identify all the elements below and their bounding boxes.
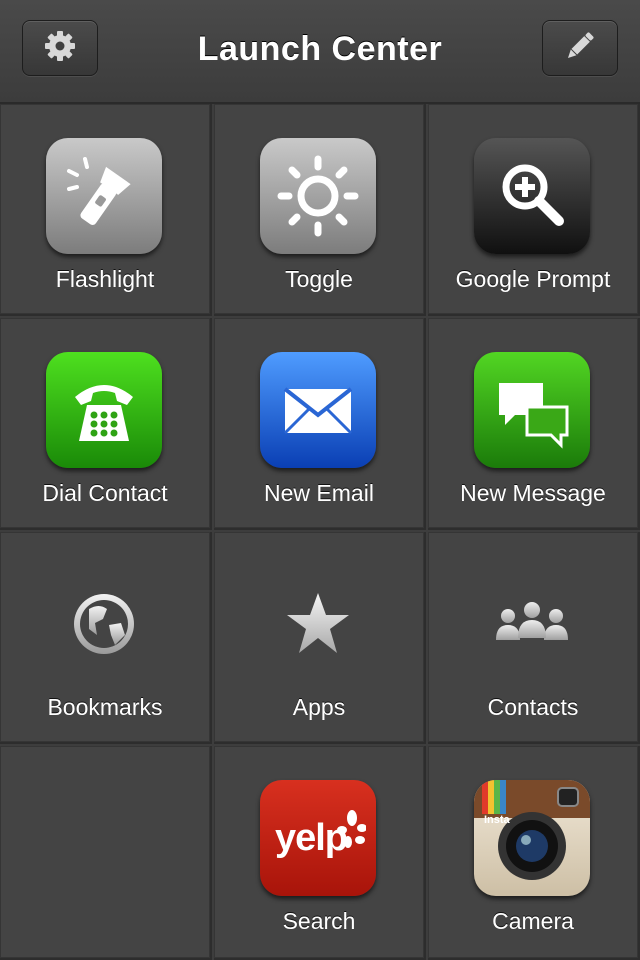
star-icon	[260, 566, 376, 682]
instagram-icon: Insta	[474, 780, 590, 896]
launcher-grid: Flashlight Toggle Google Prompt Dial Con…	[0, 104, 640, 960]
launcher-cell-toggle[interactable]: Toggle	[214, 104, 426, 316]
launcher-cell-new-email[interactable]: New Email	[214, 318, 426, 530]
launcher-cell-search[interactable]: yelp Search	[214, 746, 426, 960]
yelp-icon: yelp	[260, 780, 376, 896]
launcher-cell-new-message[interactable]: New Message	[428, 318, 640, 530]
launcher-label: Camera	[492, 908, 574, 934]
magnify-plus-icon	[474, 138, 590, 254]
launcher-label: Contacts	[487, 694, 579, 720]
launcher-cell-apps[interactable]: Apps	[214, 532, 426, 744]
message-icon	[474, 352, 590, 468]
phone-icon	[46, 352, 162, 468]
launcher-cell-bookmarks[interactable]: Bookmarks	[0, 532, 212, 744]
pencil-icon	[562, 28, 598, 69]
launcher-label: Google Prompt	[455, 266, 611, 292]
launcher-label: Toggle	[285, 266, 353, 292]
launcher-cell-empty[interactable]	[0, 746, 212, 960]
launcher-label: Apps	[292, 694, 346, 720]
launcher-cell-camera[interactable]: Insta Camera	[428, 746, 640, 960]
instagram-logo-text: Insta	[484, 814, 510, 826]
launcher-label: Search	[282, 908, 356, 934]
launcher-label: Bookmarks	[47, 694, 163, 720]
flashlight-icon	[46, 138, 162, 254]
sun-icon	[260, 138, 376, 254]
launcher-label: New Message	[460, 480, 606, 506]
mail-icon	[260, 352, 376, 468]
launcher-label: New Email	[264, 480, 374, 506]
launcher-cell-dial-contact[interactable]: Dial Contact	[0, 318, 212, 530]
launcher-cell-flashlight[interactable]: Flashlight	[0, 104, 212, 316]
header-bar: Launch Center	[0, 0, 640, 104]
people-icon	[474, 566, 590, 682]
edit-button[interactable]	[542, 20, 618, 76]
launcher-cell-contacts[interactable]: Contacts	[428, 532, 640, 744]
launcher-label: Flashlight	[55, 266, 155, 292]
globe-icon	[46, 566, 162, 682]
launcher-cell-google-prompt[interactable]: Google Prompt	[428, 104, 640, 316]
launcher-label: Dial Contact	[42, 480, 168, 506]
